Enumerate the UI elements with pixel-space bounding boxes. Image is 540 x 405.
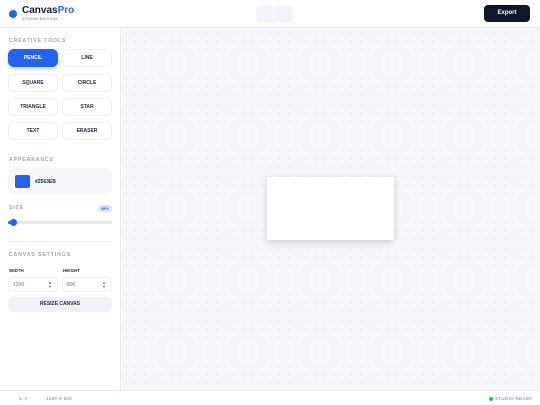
export-button[interactable]: Export <box>484 5 530 22</box>
tool-star[interactable]: STAR <box>62 98 112 116</box>
height-label: HEIGHT <box>63 268 81 273</box>
color-hex-value: #2563EB <box>35 179 56 185</box>
color-picker[interactable]: #2563EB <box>8 168 112 195</box>
tool-eraser[interactable]: ERASER <box>62 122 112 140</box>
section-divider <box>8 241 112 242</box>
undo-button[interactable] <box>256 5 274 22</box>
cursor-coordinates: 0, 0 <box>19 396 28 401</box>
app-name-accent: Pro <box>57 5 75 16</box>
canvas-dimensions: 1200 X 800 <box>46 396 73 401</box>
size-slider[interactable] <box>8 219 112 226</box>
status-ready-icon <box>489 397 493 401</box>
tool-line[interactable]: LINE <box>62 49 112 67</box>
tool-square[interactable]: SQUARE <box>8 74 58 92</box>
tool-pencil[interactable]: PENCIL <box>8 49 58 67</box>
status-bar: 0, 0 1200 X 800 STUDIO READY <box>0 390 540 405</box>
app-name: Canvas <box>22 5 58 16</box>
tool-text[interactable]: TEXT <box>8 122 58 140</box>
tool-triangle[interactable]: TRIANGLE <box>8 98 58 116</box>
history-controls <box>256 5 293 22</box>
app-edition: STUDIO EDITION <box>22 16 58 21</box>
sidebar: CREATIVE TOOLS PENCIL LINE SQUARE CIRCLE… <box>0 28 121 390</box>
color-swatch[interactable] <box>15 175 30 188</box>
tools-section-title: CREATIVE TOOLS <box>9 38 67 44</box>
appearance-section-title: APPEARANCE <box>9 157 55 163</box>
height-input-value: 800 <box>67 282 76 288</box>
logo-icon <box>9 10 17 18</box>
app-title: CanvasPro <box>22 5 74 16</box>
height-stepper-icon[interactable]: ▲ ▼ <box>102 281 106 289</box>
canvas-workspace[interactable] <box>122 28 540 390</box>
drawing-canvas[interactable] <box>267 177 394 240</box>
width-label: WIDTH <box>9 268 24 273</box>
width-input-value: 1200 <box>13 282 25 288</box>
canvas-settings-title: CANVAS SETTINGS <box>9 252 72 258</box>
width-stepper-icon[interactable]: ▲ ▼ <box>48 281 52 289</box>
tool-circle[interactable]: CIRCLE <box>62 74 112 92</box>
height-input[interactable]: 800 ▲ ▼ <box>62 277 112 292</box>
size-label: SIZE <box>9 205 25 211</box>
redo-button[interactable] <box>275 5 293 22</box>
status-ready-text: STUDIO READY <box>495 396 533 401</box>
resize-canvas-button[interactable]: RESIZE CANVAS <box>8 297 112 312</box>
top-bar: CanvasPro STUDIO EDITION Export <box>0 0 540 28</box>
size-value-badge: 5PX <box>98 205 112 212</box>
width-input[interactable]: 1200 ▲ ▼ <box>8 277 58 292</box>
size-slider-thumb[interactable] <box>10 219 18 226</box>
